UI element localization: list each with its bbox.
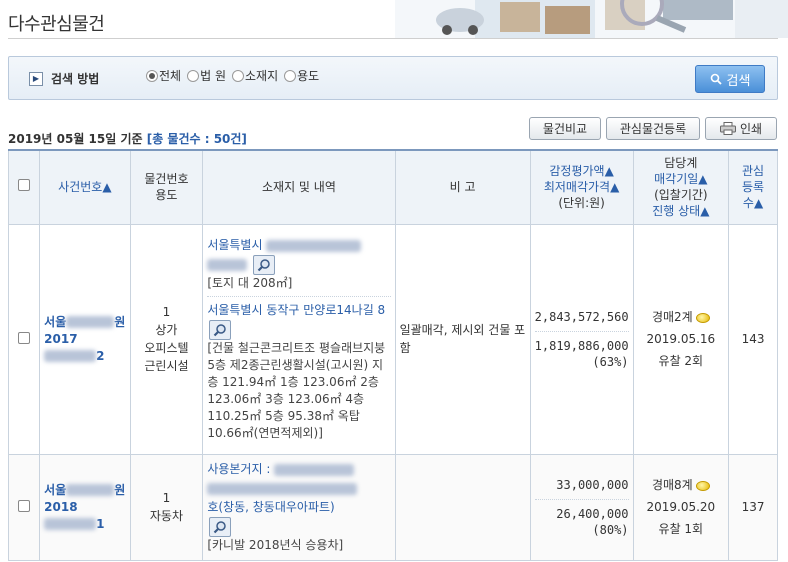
magnifier-icon[interactable] xyxy=(209,517,232,537)
address-link[interactable]: 사용본거지 : 호(창동, 창동대우아파트) xyxy=(207,460,390,537)
row-checkbox[interactable] xyxy=(18,499,31,512)
radio-all[interactable]: 전체 xyxy=(146,67,181,84)
radio-location[interactable]: 소재지 xyxy=(232,67,278,84)
magnifier-icon[interactable] xyxy=(209,320,232,340)
header-price[interactable]: 감정평가액▲ 최저매각가격▲ (단위:원) xyxy=(529,149,634,225)
divider xyxy=(534,330,629,332)
table-header-row: 사건번호▲ 물건번호 용도 소재지 및 내역 비 고 감정평가액▲ 최저매각가격▲(… xyxy=(7,149,778,225)
divider xyxy=(534,498,629,500)
interest-count: 143 xyxy=(728,223,778,455)
radio-unselected-icon[interactable] xyxy=(284,69,297,82)
coin-icon[interactable] xyxy=(695,312,710,323)
header-interest-count[interactable]: 관심 등록 수▲ xyxy=(728,149,778,225)
header-location: 소재지 및 내역 xyxy=(202,149,396,225)
divider xyxy=(207,296,391,297)
land-detail: [토지 대 208㎡] xyxy=(207,276,293,290)
remarks-cell xyxy=(394,453,531,561)
minimum-price: 1,819,886,000 xyxy=(534,338,629,353)
address-link[interactable]: 서울특별시 동작구 만양로14나길 8 xyxy=(207,301,390,340)
building-detail: [건물 철근콘크리트조 평슬래브지붕 5층 제2종근린생활시설(고시원) 지층 … xyxy=(207,341,386,440)
radio-unselected-icon[interactable] xyxy=(232,69,244,82)
row-checkbox-cell xyxy=(7,453,41,561)
price-cell: 33,000,000 26,400,000 (80%) xyxy=(529,453,634,561)
progress-status: 유찰 2회 xyxy=(658,354,704,368)
redacted-text xyxy=(207,259,248,271)
case-number-link[interactable]: 서울 원 20172 xyxy=(44,314,125,365)
minimum-price: 26,400,000 xyxy=(556,506,629,521)
header-divider xyxy=(8,38,778,39)
case-number-cell[interactable]: 서울 원 20172 xyxy=(39,223,131,455)
dept-date-cell: 경매2계 2019.05.16 유찰 2회 xyxy=(632,223,730,455)
redacted-text xyxy=(44,518,97,530)
redacted-text xyxy=(66,484,115,496)
compare-button[interactable]: 물건비교 xyxy=(529,117,601,140)
table-row: 서울 원 20181 1 자동차 사용본거지 : 호(창동, 창동대우아파트) [… xyxy=(7,453,778,561)
item-use-cell: 1 상가 오피스텔 근린시설 xyxy=(129,223,204,455)
search-icon xyxy=(710,73,722,85)
radio-unselected-icon[interactable] xyxy=(187,69,200,82)
row-checkbox[interactable] xyxy=(18,331,31,344)
interest-count: 137 xyxy=(728,453,778,561)
header-banner-image xyxy=(395,0,788,38)
case-number-link[interactable]: 서울 원 20181 xyxy=(44,482,125,533)
progress-status: 유찰 1회 xyxy=(658,522,704,536)
radio-use[interactable]: 용도 xyxy=(284,67,319,84)
search-method-options: 전체 법 원 소재지 용도 xyxy=(146,67,321,84)
case-number-cell[interactable]: 서울 원 20181 xyxy=(39,453,131,561)
select-all-checkbox[interactable] xyxy=(18,179,31,192)
address-link[interactable]: 서울특별시 xyxy=(207,236,390,275)
location-cell: 서울특별시 [토지 대 208㎡] 서울특별시 동작구 만양로14나길 8 [건… xyxy=(202,223,396,455)
summary-count: [총 물건수 : 50건] xyxy=(146,132,247,146)
summary-date: 2019년 05월 15일 기준 xyxy=(8,132,143,146)
price-ratio: (80%) xyxy=(592,522,629,537)
redacted-text xyxy=(207,482,358,495)
search-panel: ▶ 검색 방법 전체 법 원 소재지 용도 검색 xyxy=(8,56,778,100)
header: 다수관심물건 xyxy=(0,0,788,42)
location-cell: 사용본거지 : 호(창동, 창동대우아파트) [카니발 2018년식 승용차] xyxy=(202,453,396,561)
results-table: 사건번호▲ 물건번호 용도 소재지 및 내역 비 고 감정평가액▲ 최저매각가격▲(… xyxy=(7,149,778,561)
summary: 2019년 05월 15일 기준 [총 물건수 : 50건] xyxy=(8,130,247,147)
radio-court[interactable]: 법 원 xyxy=(187,67,226,84)
coin-icon[interactable] xyxy=(695,480,710,491)
table-row: 서울 원 20172 1 상가 오피스텔 근린시설 서울특별시 [토지 대 20… xyxy=(7,223,778,455)
register-interest-button[interactable]: 관심물건등록 xyxy=(606,117,700,140)
appraisal-value: 33,000,000 xyxy=(556,477,629,492)
header-remarks: 비 고 xyxy=(394,149,531,225)
header-dept-date[interactable]: 담당계 매각기일▲ (입찰기간) 진행 상태▲ xyxy=(632,149,730,225)
redacted-text xyxy=(266,239,362,252)
search-button[interactable]: 검색 xyxy=(695,65,765,93)
radio-selected-icon[interactable] xyxy=(146,69,158,82)
page-title: 다수관심물건 xyxy=(8,14,105,35)
header-item-use: 물건번호 용도 xyxy=(129,149,204,225)
dept-date-cell: 경매8계 2019.05.20 유찰 1회 xyxy=(632,453,730,561)
price-cell: 2,843,572,560 1,819,886,000 (63%) xyxy=(529,223,634,455)
select-all-header xyxy=(7,149,41,225)
price-ratio: (63%) xyxy=(592,354,629,369)
dept-name: 경매8계 xyxy=(638,474,725,496)
remarks-cell: 일괄매각, 제시외 건물 포함 xyxy=(394,223,531,455)
redacted-text xyxy=(44,350,97,362)
magnifier-icon[interactable] xyxy=(253,255,276,275)
search-method-label: ▶ 검색 방법 xyxy=(29,70,99,87)
printer-icon xyxy=(719,122,736,135)
print-button[interactable]: 인쇄 xyxy=(705,117,777,140)
redacted-text xyxy=(66,316,115,328)
vehicle-detail: [카니발 2018년식 승용차] xyxy=(207,538,344,552)
appraisal-value: 2,843,572,560 xyxy=(534,309,629,324)
row-checkbox-cell xyxy=(7,223,41,455)
arrow-right-icon: ▶ xyxy=(29,71,43,86)
sale-date: 2019.05.16 xyxy=(646,332,716,346)
redacted-text xyxy=(274,463,355,476)
item-use-cell: 1 자동차 xyxy=(129,453,204,561)
header-case-number[interactable]: 사건번호▲ xyxy=(39,149,131,225)
dept-name: 경매2계 xyxy=(638,306,725,328)
sale-date: 2019.05.20 xyxy=(646,500,716,514)
